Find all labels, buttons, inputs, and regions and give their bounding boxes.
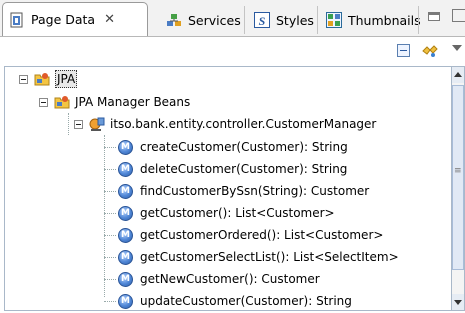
scroll-down-arrow-icon[interactable]: [452, 294, 464, 310]
method-label: createCustomer(Customer): String: [140, 140, 348, 154]
jpa-folder-icon: [33, 70, 51, 88]
tree-node-label: JPA: [55, 70, 78, 88]
method-label: findCustomerBySsn(String): Customer: [140, 184, 370, 198]
tree-node-method[interactable]: M createCustomer(Customer): String: [118, 136, 348, 158]
page-data-icon: [9, 12, 25, 28]
method-icon: M: [118, 183, 133, 199]
method-icon: M: [118, 161, 133, 177]
tree-node-label: JPA Manager Beans: [75, 95, 191, 109]
tab-styles-label: Styles: [276, 12, 314, 28]
collapse-all-icon[interactable]: [397, 44, 410, 57]
tab-separator: [418, 6, 419, 34]
tree-node-method[interactable]: M getCustomerOrdered(): List<Customer>: [118, 224, 383, 246]
link-with-editor-icon[interactable]: [421, 43, 439, 59]
tab-services[interactable]: Services: [160, 5, 245, 35]
tree-node-jpa[interactable]: JPA: [19, 68, 78, 90]
collapse-toggle-icon[interactable]: [74, 119, 83, 129]
method-icon: M: [118, 271, 133, 287]
tree-node-jpa-manager-beans[interactable]: JPA Manager Beans: [39, 91, 190, 113]
method-icon: M: [118, 293, 133, 309]
collapse-toggle-icon[interactable]: [39, 97, 48, 107]
thumbnails-icon: [326, 12, 342, 28]
minimize-icon[interactable]: [428, 12, 440, 21]
svg-text:S: S: [259, 14, 266, 28]
tree-node-method[interactable]: M updateCustomer(Customer): String: [118, 290, 352, 310]
tree-node-label: itso.bank.entity.controller.CustomerMana…: [110, 117, 377, 131]
tab-page-data[interactable]: Page Data ✕: [2, 2, 148, 36]
scroll-up-arrow-icon[interactable]: [452, 67, 464, 83]
tab-thumbnails[interactable]: Thumbnails: [320, 5, 425, 35]
tab-styles[interactable]: S Styles: [248, 5, 318, 35]
view-tab-bar: Page Data ✕ Services S Styles Thumbnails: [0, 0, 465, 37]
tree-node-method[interactable]: M getCustomerSelectList(): List<SelectIt…: [118, 246, 399, 268]
tree-node-method[interactable]: M deleteCustomer(Customer): String: [118, 158, 347, 180]
tab-thumbnails-label: Thumbnails: [348, 12, 421, 28]
tree-node-customer-manager[interactable]: itso.bank.entity.controller.CustomerMana…: [74, 113, 376, 135]
tab-page-data-label: Page Data: [31, 12, 96, 27]
method-label: deleteCustomer(Customer): String: [140, 162, 348, 176]
method-label: getNewCustomer(): Customer: [140, 272, 320, 286]
maximize-icon[interactable]: [452, 9, 465, 22]
tree-node-method[interactable]: M getCustomer(): List<Customer>: [118, 202, 335, 224]
tree-node-method[interactable]: M findCustomerBySsn(String): Customer: [118, 180, 369, 202]
close-icon[interactable]: ✕: [104, 12, 115, 27]
tab-separator: [317, 6, 318, 34]
method-icon: M: [118, 205, 133, 221]
page-data-tree: JPA JPA Manager Beans itso.bank.entity.c…: [4, 66, 452, 311]
method-label: getCustomerOrdered(): List<Customer>: [140, 228, 384, 242]
styles-icon: S: [254, 12, 270, 28]
tree-scrollbar[interactable]: [452, 66, 465, 311]
bean-icon: [88, 115, 106, 133]
method-icon: M: [118, 139, 133, 155]
method-label: updateCustomer(Customer): String: [140, 294, 352, 308]
method-label: getCustomerSelectList(): List<SelectItem…: [140, 250, 399, 264]
tree-node-method[interactable]: M getNewCustomer(): Customer: [118, 268, 320, 290]
method-icon: M: [118, 227, 133, 243]
view-toolbar: [0, 37, 465, 64]
method-label: getCustomer(): List<Customer>: [140, 206, 335, 220]
collapse-toggle-icon[interactable]: [19, 74, 28, 84]
manager-beans-folder-icon: [53, 93, 71, 111]
scrollbar-thumb[interactable]: [452, 85, 464, 270]
tab-services-label: Services: [188, 12, 241, 28]
services-icon: [166, 12, 182, 28]
view-menu-icon[interactable]: [452, 45, 462, 51]
method-icon: M: [118, 249, 133, 265]
tab-separator: [244, 6, 245, 34]
